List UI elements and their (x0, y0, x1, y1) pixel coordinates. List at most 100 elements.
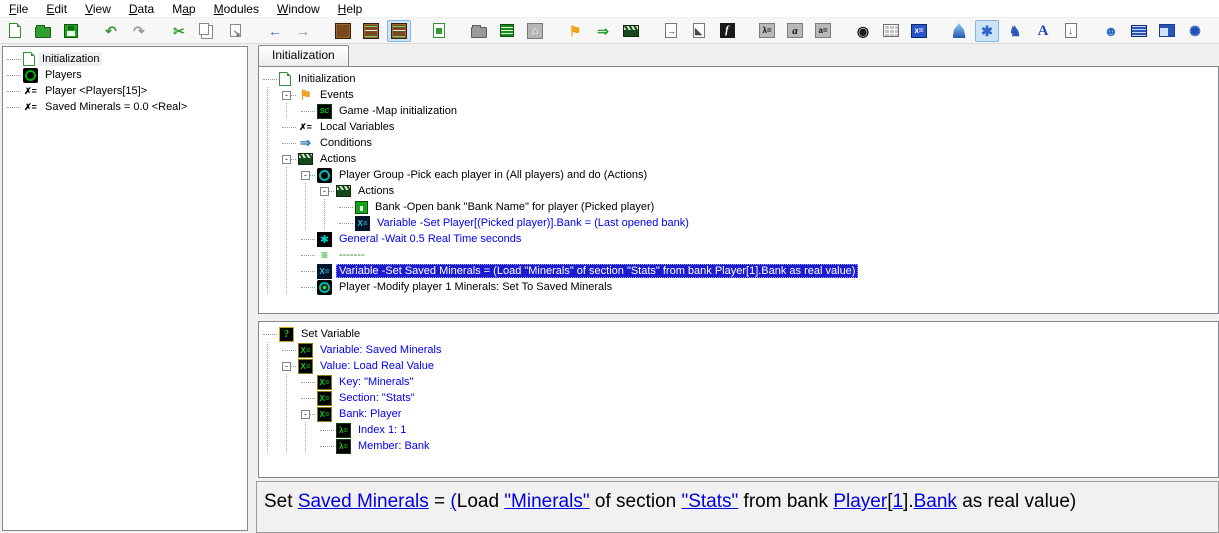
new-event-icon[interactable]: ⚑ (563, 20, 587, 42)
copy-icon[interactable] (195, 20, 219, 42)
tree-item-label: Actions (358, 185, 395, 197)
open-document-icon[interactable] (31, 20, 55, 42)
trigger-tree-row[interactable]: - ⚑ Events (263, 87, 1218, 103)
statement-link[interactable]: Bank (914, 491, 957, 512)
detail-tree-row[interactable]: - X= Value: Load Real Value (263, 358, 1218, 374)
forward-icon[interactable]: → (291, 20, 315, 42)
expander-minus[interactable]: - (282, 154, 291, 164)
tab-initialization[interactable]: Initialization (258, 45, 349, 66)
statement-link[interactable]: "Minerals" (504, 491, 589, 512)
export-script-icon[interactable] (1059, 20, 1083, 42)
detail-tree-row[interactable]: ? Set Variable (263, 326, 1218, 342)
trigger-tree-row[interactable]: ✱ General -Wait 0.5 Real Time seconds (263, 231, 1218, 247)
cond-icon: ⇒ (300, 135, 311, 150)
menu-edit[interactable]: Edit (37, 1, 76, 17)
detail-tree-row[interactable]: X= Key: "Minerals" (263, 374, 1218, 390)
expander-minus[interactable]: - (320, 186, 329, 196)
trigger-tree-row[interactable]: - Actions (263, 183, 1218, 199)
xeq-dark-icon: X= (355, 215, 370, 231)
trigger-tree-row[interactable]: ✗= Local Variables (263, 119, 1218, 135)
trigger-tree-row[interactable]: Bank -Open bank "Bank Name" for player (… (263, 199, 1218, 215)
attribute-icon[interactable]: a (783, 20, 807, 42)
expander-minus[interactable]: - (301, 409, 310, 419)
clap-icon (298, 153, 313, 165)
trigger-tree-row[interactable]: ⇒ Conditions (263, 135, 1218, 151)
cut-icon[interactable]: ✂ (167, 20, 191, 42)
page-icon (279, 72, 291, 86)
menu-map[interactable]: Map (163, 1, 204, 17)
detail-tree-row[interactable]: λ= Index 1: 1 (263, 422, 1218, 438)
trigger-tree-row[interactable]: Player -Modify player 1 Minerals: Set To… (263, 279, 1218, 295)
menu-file[interactable]: File (0, 1, 37, 17)
save-icon[interactable] (59, 20, 83, 42)
trigger-tree-row[interactable]: ≡ ------- (263, 247, 1218, 263)
import-editor-icon[interactable] (427, 20, 451, 42)
trigger-editor-icon[interactable] (387, 19, 411, 42)
script-icon[interactable] (947, 20, 971, 42)
libraries-icon[interactable] (467, 20, 491, 42)
left-tree-item[interactable]: ✗= Saved Minerals = 0.0 <Real> (7, 99, 247, 115)
trigger-tree-row[interactable]: Initialization (263, 71, 1218, 87)
xeq-black-icon: ✗= (299, 121, 312, 132)
menu-help[interactable]: Help (329, 1, 372, 17)
overview-manager-icon[interactable] (495, 20, 519, 42)
new-action-icon[interactable] (619, 20, 643, 42)
terrain-editor-icon[interactable] (331, 20, 355, 42)
left-tree: Initialization Players ✗= Player <Players[1… (3, 47, 247, 115)
back-icon[interactable]: ← (263, 20, 287, 42)
new-variable-icon[interactable]: x= (907, 20, 931, 42)
record-icon[interactable]: ◉ (851, 20, 875, 42)
data-editor-icon[interactable] (359, 20, 383, 42)
map-info-icon[interactable]: ⌂ (523, 20, 547, 42)
parameter-icon[interactable]: λ= (755, 20, 779, 42)
cutscene-icon[interactable]: ✺ (1183, 20, 1207, 42)
new-document-icon[interactable] (3, 20, 27, 42)
detail-tree-row[interactable]: - X= Bank: Player (263, 406, 1218, 422)
new-function-icon[interactable]: f (715, 20, 739, 42)
statement-link[interactable]: Player (833, 491, 887, 512)
unit-icon[interactable]: ♞ (1003, 20, 1027, 42)
detail-tree-row[interactable]: λ= Member: Bank (263, 438, 1218, 454)
new-comment-icon[interactable] (687, 20, 711, 42)
trigger-tree-row[interactable]: SC Game -Map initialization (263, 103, 1218, 119)
window-layout-icon[interactable] (1155, 20, 1179, 42)
constant-icon[interactable]: a= (811, 20, 835, 42)
menu-modules[interactable]: Modules (205, 1, 268, 17)
portrait-icon[interactable]: ☻ (1099, 20, 1123, 42)
tree-item-label: Variable -Set Player[(Picked player)].Ba… (377, 217, 689, 229)
menu-window[interactable]: Window (268, 1, 329, 17)
tree-item-label: Conditions (320, 137, 372, 149)
player-icon (317, 279, 332, 295)
trigger-tree-row[interactable]: - Actions (263, 151, 1218, 167)
detail-tree-row[interactable]: X= Variable: Saved Minerals (263, 342, 1218, 358)
menu-view[interactable]: View (76, 1, 120, 17)
undo-icon[interactable]: ↶ (99, 20, 123, 42)
tree-item-label: ------- (339, 249, 365, 261)
tree-item-label: Local Variables (320, 121, 395, 133)
statement-link[interactable]: 1 (892, 491, 903, 512)
paste-icon[interactable] (223, 20, 247, 42)
expander-minus[interactable]: - (282, 90, 291, 100)
tree-item-label: Player -Modify player 1 Minerals: Set To… (339, 281, 613, 293)
trigger-tree-row[interactable]: - Player Group -Pick each player in (All … (263, 167, 1218, 183)
left-tree-item[interactable]: ✗= Player <Players[15]> (7, 83, 247, 99)
new-element-icon[interactable] (659, 20, 683, 42)
text-style-icon[interactable]: A (1031, 20, 1055, 42)
redo-icon[interactable]: ↷ (127, 20, 151, 42)
tree-item-label: Value: Load Real Value (320, 360, 434, 372)
detail-tree-row[interactable]: X= Section: "Stats" (263, 390, 1218, 406)
view-raw-data-icon[interactable]: ✱ (975, 19, 999, 42)
bank-toolbar-icon[interactable] (1127, 20, 1151, 42)
left-tree-item[interactable]: Players (7, 67, 247, 83)
menu-data[interactable]: Data (120, 1, 163, 17)
left-tree-item[interactable]: Initialization (7, 51, 247, 67)
lameq-icon: λ= (336, 438, 351, 454)
trigger-tree-row[interactable]: X= Variable -Set Player[(Picked player)].… (263, 215, 1218, 231)
expander-minus[interactable]: - (301, 170, 310, 180)
statement-link[interactable]: "Stats" (681, 491, 738, 512)
statement-link[interactable]: Saved Minerals (298, 491, 429, 512)
new-condition-icon[interactable]: ⇒ (591, 20, 615, 42)
trigger-tree-row[interactable]: X= Variable -Set Saved Minerals = (Load "… (263, 263, 1218, 279)
preset-icon[interactable] (879, 20, 903, 42)
expander-minus[interactable]: - (282, 361, 291, 371)
